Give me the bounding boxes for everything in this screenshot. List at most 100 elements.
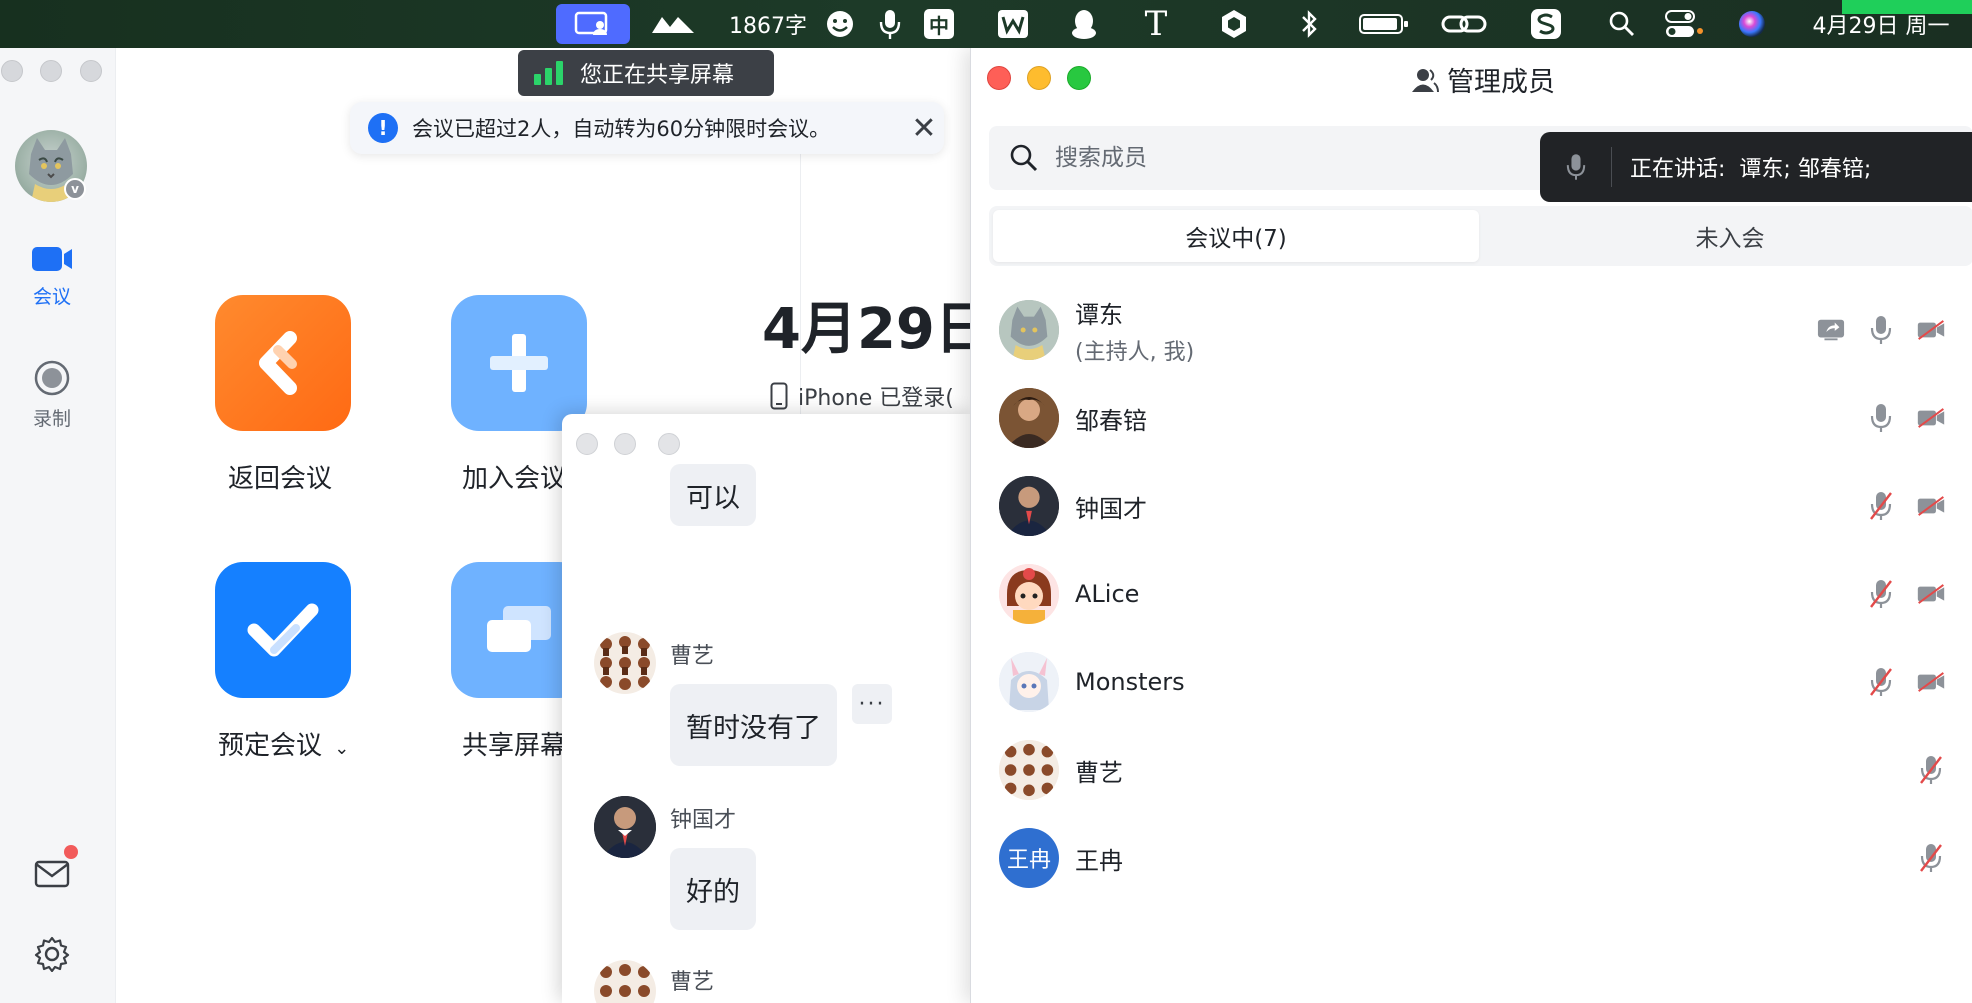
mic-off-icon[interactable] <box>1917 755 1945 785</box>
member-row[interactable]: ALice <box>989 550 1972 638</box>
mic-off-icon[interactable] <box>1917 843 1945 873</box>
member-search-input[interactable] <box>1055 145 1455 171</box>
link-app-icon[interactable] <box>1440 0 1488 48</box>
input-method-label: 中 <box>924 9 954 39</box>
active-speaker-overlay[interactable]: 正在讲话: 谭东; 邹春锫; <box>1540 132 1972 202</box>
mic-off-icon[interactable] <box>1867 579 1895 609</box>
member-row[interactable]: 邹春锫 <box>989 374 1972 462</box>
chat-message[interactable]: 暂时没有了 <box>670 684 837 766</box>
wps-icon[interactable] <box>994 0 1032 48</box>
siri-icon[interactable] <box>1734 0 1770 48</box>
member-role: (主持人, 我) <box>1075 339 1195 365</box>
member-name: ALice <box>1075 580 1140 608</box>
share-screen-icon <box>487 606 551 652</box>
device-status-text: iPhone 已登录( <box>798 386 954 411</box>
video-camera-icon <box>32 247 72 271</box>
mic-on-icon[interactable] <box>1867 403 1895 433</box>
return-meeting-button[interactable] <box>215 295 351 431</box>
more-options-icon[interactable]: ··· <box>852 684 892 724</box>
tab-not-joined[interactable]: 未入会 <box>1487 210 1972 262</box>
share-screen-label: 共享屏幕 <box>462 731 567 761</box>
window-close-button[interactable] <box>1 60 23 82</box>
join-meeting-label: 加入会议 <box>462 464 567 494</box>
members-close-button[interactable] <box>987 66 1011 90</box>
chat-minimize-button[interactable] <box>614 433 636 455</box>
close-icon[interactable]: ✕ <box>904 111 944 146</box>
chat-avatar-caoyi[interactable] <box>594 632 656 694</box>
tab-in-meeting[interactable]: 会议中(7) <box>993 210 1479 262</box>
video-off-icon[interactable] <box>1917 667 1945 697</box>
chat-message[interactable]: 好的 <box>670 848 756 930</box>
chat-sender-name: 曹艺 <box>670 644 715 669</box>
window-minimize-button[interactable] <box>40 60 62 82</box>
members-zoom-button[interactable] <box>1067 66 1091 90</box>
member-name: 曹艺 <box>1075 758 1123 787</box>
video-off-icon[interactable] <box>1917 403 1945 433</box>
today-date: 4月29日 <box>762 297 991 362</box>
chat-sender-name: 钟国才 <box>670 808 737 833</box>
member-name: 王冉 <box>1075 846 1123 875</box>
mountain-app-icon[interactable] <box>648 0 698 48</box>
settings-gear-icon[interactable] <box>34 936 70 976</box>
mic-off-icon[interactable] <box>1867 491 1895 521</box>
sidebar-item-meeting[interactable]: 会议 <box>0 244 104 309</box>
mail-icon[interactable] <box>34 860 70 892</box>
member-row[interactable]: 钟国才 <box>989 462 1972 550</box>
chevron-down-icon[interactable]: ⌄ <box>334 738 349 759</box>
emoji-icon[interactable] <box>822 0 858 48</box>
phone-icon <box>770 382 788 410</box>
schedule-meeting-button[interactable] <box>215 562 351 698</box>
screen-sharing-banner[interactable]: 您正在共享屏幕 <box>518 50 774 96</box>
typeface-t-icon[interactable]: T <box>1136 0 1176 48</box>
input-method-icon[interactable]: 中 <box>922 0 956 48</box>
member-row[interactable]: 王冉 王冉 <box>989 814 1972 902</box>
member-avatar <box>999 564 1059 624</box>
member-avatar <box>999 300 1059 360</box>
member-controls <box>1917 726 1945 814</box>
microphone-menu-icon[interactable] <box>874 0 906 48</box>
bluetooth-icon[interactable] <box>1294 0 1324 48</box>
device-login-status[interactable]: iPhone 已登录( <box>770 380 954 412</box>
video-off-icon[interactable] <box>1917 315 1945 345</box>
chat-zoom-button[interactable] <box>658 433 680 455</box>
menubar-green-indicator <box>1842 0 1972 14</box>
battery-icon[interactable] <box>1356 0 1412 48</box>
chat-close-button[interactable] <box>576 433 598 455</box>
member-controls <box>1867 638 1945 726</box>
member-controls <box>1917 814 1945 902</box>
join-meeting-button[interactable] <box>451 295 587 431</box>
control-center-icon[interactable] <box>1662 0 1706 48</box>
word-count-indicator[interactable]: 1867字 <box>724 0 812 48</box>
chat-avatar-zhongguocai[interactable] <box>594 796 656 858</box>
chat-message[interactable]: 可以 <box>670 464 756 526</box>
sogou-input-icon[interactable] <box>1528 0 1564 48</box>
sidebar-item-label: 会议 <box>32 286 71 308</box>
member-row[interactable]: 谭东 (主持人, 我) <box>989 286 1972 374</box>
chat-sender-name: 曹艺 <box>670 970 715 995</box>
mic-off-icon[interactable] <box>1867 667 1895 697</box>
hexagon-app-icon[interactable] <box>1216 0 1252 48</box>
member-avatar <box>999 740 1059 800</box>
video-off-icon[interactable] <box>1917 579 1945 609</box>
video-off-icon[interactable] <box>1917 491 1945 521</box>
member-row[interactable]: 曹艺 <box>989 726 1972 814</box>
screen-sharing-icon[interactable] <box>1817 315 1845 345</box>
screen-share-status-icon[interactable] <box>556 4 630 44</box>
members-title-text: 管理成员 <box>1447 67 1555 98</box>
plus-icon <box>490 334 548 392</box>
return-meeting-label: 返回会议 <box>228 464 333 494</box>
members-minimize-button[interactable] <box>1027 66 1051 90</box>
member-row[interactable]: Monsters <box>989 638 1972 726</box>
window-zoom-button[interactable] <box>80 60 102 82</box>
spotlight-search-icon[interactable] <box>1606 0 1638 48</box>
member-name: 钟国才 <box>1075 494 1147 523</box>
qq-penguin-icon[interactable] <box>1066 0 1102 48</box>
sidebar-item-record[interactable]: 录制 <box>0 360 104 431</box>
schedule-meeting-label[interactable]: 预定会议 ⌄ <box>218 725 349 762</box>
chat-avatar-caoyi[interactable] <box>594 960 656 1003</box>
mic-on-icon[interactable] <box>1867 315 1895 345</box>
sidebar: v 会议 录制 <box>0 48 116 1003</box>
member-avatar <box>999 652 1059 712</box>
record-icon <box>34 360 70 396</box>
sidebar-item-label: 录制 <box>32 408 71 430</box>
